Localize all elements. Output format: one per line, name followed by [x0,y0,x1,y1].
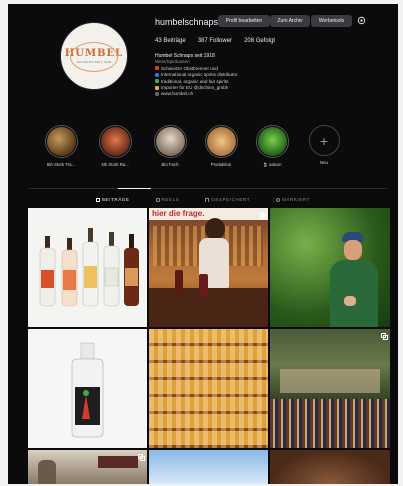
bottle [175,270,183,294]
settings-icon[interactable] [357,16,366,25]
post-tile[interactable]: hier die frage. [149,208,268,327]
ad-tools-button[interactable]: Werbetools [311,15,352,27]
highlight-label: Produktion [210,162,232,167]
person-body [330,260,378,327]
tab-saved[interactable]: GESPEICHERT [205,197,250,202]
bottle-lineup-image [39,228,139,307]
grid-icon [95,197,100,202]
bookmark-icon [205,197,210,202]
bottle [199,274,208,296]
bio-website[interactable]: www.humbel.ch [155,91,345,97]
person-head [205,218,225,240]
edit-profile-button[interactable]: Profil bearbeiten [218,15,270,27]
profile-stats: 43 Beiträge 387 Follower 208 Gefolgt [155,38,275,44]
post-tile[interactable] [149,450,268,484]
post-tile[interactable] [270,450,390,484]
bottle-rows [149,329,268,448]
hand [344,296,356,306]
post-tile[interactable] [270,208,390,327]
tab-tagged[interactable]: MARKIERT [276,197,310,202]
store-sign [98,456,138,468]
gin-bottle-image [71,342,104,438]
tab-reels[interactable]: REELS [155,197,180,202]
tab-divider [28,188,388,189]
swiss-flag-icon [155,66,159,71]
story-highlight[interactable]: Bio Fach [146,125,194,167]
post-tile[interactable] [28,208,147,327]
tag-icon [276,197,281,202]
multiple-photos-icon [259,212,266,219]
multiple-photos-icon [138,454,145,461]
story-highlight[interactable]: 5th Stork Tra... [37,125,85,167]
link-icon [155,91,159,96]
profile-bio: Humbel Schnaps seit 1918 Wein/Spirituose… [155,53,345,98]
archive-button[interactable]: Zum Archiv [270,15,310,27]
logo-ring [70,42,118,72]
bar-counter [149,288,268,327]
package-icon [155,85,159,90]
username: humbelschnaps [155,17,219,27]
plus-icon: + [308,125,340,156]
active-tab-indicator [118,188,151,189]
highlight-thumbnail [155,127,185,156]
tent-roof [280,369,380,393]
posts-count[interactable]: 43 Beiträge [155,38,186,44]
highlight-label: Neu [320,160,328,165]
post-tile[interactable] [149,329,268,448]
highlight-thumbnail [257,127,287,156]
followers-count[interactable]: 387 Follower [198,38,232,44]
highlight-label: 🍃 saison [262,162,282,167]
multiple-photos-icon [381,333,388,340]
person [38,460,56,484]
post-tile[interactable] [28,450,147,484]
story-highlight[interactable]: 🍃 saison [248,125,296,168]
new-highlight-button[interactable]: + Neu [300,125,348,165]
reels-icon [155,197,160,202]
following-count[interactable]: 208 Gefolgt [244,38,275,44]
story-highlight[interactable]: 4th Stork Ra... [91,125,139,167]
tab-posts[interactable]: BEITRÄGE [95,197,130,202]
post-tile[interactable] [28,329,147,448]
profile-page: HUMBEL SCHNAPS SEIT 1918 humbelschnaps P… [8,4,398,484]
person-face [344,240,362,260]
sign-text: hier die frage. [152,209,205,218]
posts-grid: hier die frage. [28,208,390,484]
profile-avatar[interactable]: HUMBEL SCHNAPS SEIT 1918 [60,22,128,90]
post-tile[interactable] [270,329,390,448]
highlight-label: Bio Fach [161,162,179,167]
highlight-label: 5th Stork Tra... [46,162,76,167]
highlight-thumbnail [206,127,236,156]
profile-tabs: BEITRÄGE REELS GESPEICHERT MARKIERT [8,197,398,202]
crowd [270,399,390,448]
globe-icon [155,72,159,77]
story-highlight[interactable]: Produktion [197,125,245,167]
check-icon [155,79,159,84]
highlight-label: 4th Stork Ra... [101,162,129,167]
highlight-thumbnail [100,127,130,156]
highlight-thumbnail [46,127,76,156]
